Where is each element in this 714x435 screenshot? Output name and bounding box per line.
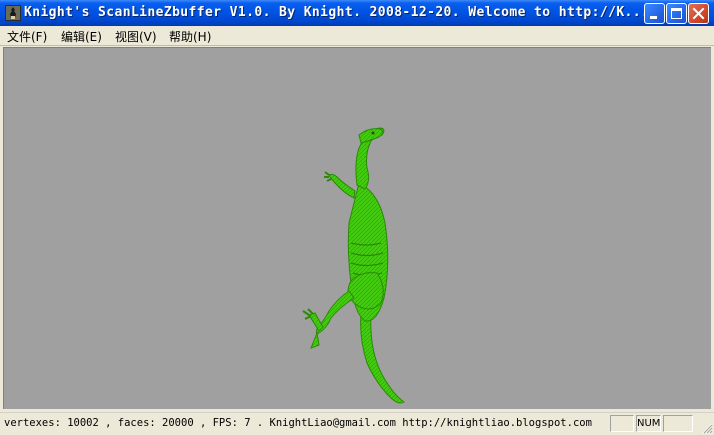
app-icon[interactable] [5,5,21,21]
close-icon [692,7,705,20]
menu-bar: 文件(F) 编辑(E) 视图(V) 帮助(H) [0,26,714,46]
app-window: Knight's ScanLineZbuffer V1.0. By Knight… [0,0,714,435]
maximize-icon [671,8,682,19]
title-bar[interactable]: Knight's ScanLineZbuffer V1.0. By Knight… [0,0,714,26]
status-pane-3 [663,415,693,432]
status-pane-1 [610,415,634,432]
menu-file[interactable]: 文件(F) [7,28,47,45]
menu-help[interactable]: 帮助(H) [169,28,211,45]
status-pane-num: NUM [636,415,661,432]
minimize-icon [650,16,657,19]
status-bar: vertexes: 10002 , faces: 20000 , FPS: 7 … [0,412,714,435]
menu-view[interactable]: 视图(V) [115,28,157,45]
resize-grip-icon[interactable] [701,422,713,434]
render-viewport[interactable] [3,47,711,409]
window-title: Knight's ScanLineZbuffer V1.0. By Knight… [24,5,650,20]
maximize-button[interactable] [666,3,687,24]
close-button[interactable] [688,3,709,24]
menu-edit[interactable]: 编辑(E) [61,28,102,45]
status-text: vertexes: 10002 , faces: 20000 , FPS: 7 … [4,417,592,429]
minimize-button[interactable] [644,3,665,24]
dinosaur-model [302,127,405,404]
